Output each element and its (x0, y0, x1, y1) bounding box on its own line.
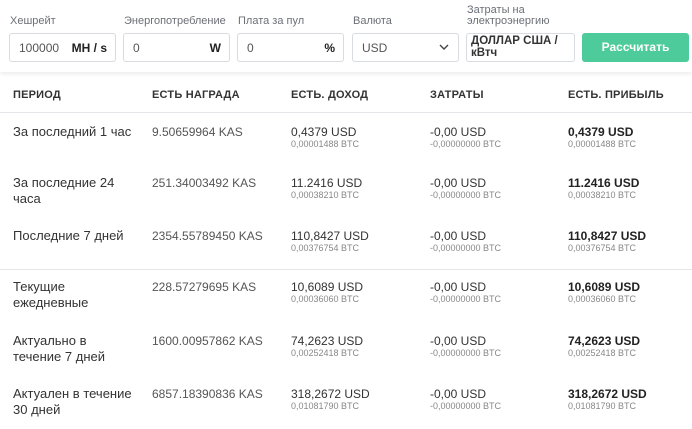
header-period: ПЕРИОД (13, 89, 61, 101)
row-cost: -0,00 USD -0,00000000 BTC (430, 387, 501, 412)
cost-usd: -0,00 USD (430, 387, 487, 401)
profit-btc: 0,00036060 BTC (568, 294, 637, 304)
row-income: 74,2623 USD 0,00252418 BTC (291, 334, 363, 359)
header-reward: ЕСТЬ НАГРАДА (152, 89, 240, 101)
row-period: Актуален в течение 30 дней (13, 386, 132, 417)
profit-usd: 74,2623 USD (568, 334, 641, 348)
row-profit: 74,2623 USD 0,00252418 BTC (568, 334, 640, 359)
cost-usd: -0,00 USD (430, 176, 487, 190)
cost-btc: -0,00000000 BTC (430, 243, 502, 253)
row-profit: 10,6089 USD 0,00036060 BTC (568, 280, 640, 305)
income-btc: 0,00036060 BTC (291, 294, 360, 304)
row-cost: -0,00 USD -0,00000000 BTC (430, 229, 501, 254)
section-divider (0, 269, 692, 270)
power-input[interactable]: 0 W (123, 33, 230, 62)
row-income: 318,2672 USD 0,01081790 BTC (291, 387, 370, 412)
row-reward: 1600.00957862 KAS (152, 334, 263, 348)
row-profit: 0,4379 USD 0,00001488 BTC (568, 125, 636, 150)
chevron-down-icon (439, 44, 449, 50)
profit-btc: 0,00376754 BTC (568, 243, 637, 253)
row-period: Последние 7 дней (13, 228, 124, 243)
hashrate-label: Хешрейт (10, 15, 56, 27)
row-profit: 11.2416 USD 0,00038210 BTC (568, 176, 639, 201)
header-profit: ЕСТЬ. ПРИБЫЛЬ (568, 89, 664, 101)
row-period: За последние 24 часа (13, 175, 115, 206)
row-period: Текущие ежедневные (13, 279, 89, 310)
income-btc: 0,00001488 BTC (291, 139, 360, 149)
profit-usd: 11.2416 USD (568, 176, 640, 190)
cost-btc: -0,00000000 BTC (430, 139, 502, 149)
pool-fee-unit: % (324, 41, 335, 55)
header-divider (0, 112, 692, 113)
power-value: 0 (133, 41, 140, 55)
currency-select[interactable]: USD (352, 33, 459, 62)
currency-label: Валюта (353, 15, 392, 27)
row-cost: -0,00 USD -0,00000000 BTC (430, 280, 501, 305)
row-reward: 6857.18390836 KAS (152, 387, 263, 401)
profit-btc: 0,01081790 BTC (568, 401, 637, 411)
income-btc: 0,00376754 BTC (291, 243, 360, 253)
row-income: 110,8427 USD 0,00376754 BTC (291, 229, 369, 254)
profit-btc: 0,00252418 BTC (568, 348, 637, 358)
row-reward: 228.57279695 KAS (152, 280, 257, 294)
cost-btc: -0,00000000 BTC (430, 348, 502, 358)
income-btc: 0,00038210 BTC (291, 190, 360, 200)
cost-btc: -0,00000000 BTC (430, 294, 502, 304)
income-usd: 110,8427 USD (291, 229, 369, 243)
cost-btc: -0,00000000 BTC (430, 190, 502, 200)
row-reward: 9.50659964 KAS (152, 125, 243, 139)
income-btc: 0,01081790 BTC (291, 401, 360, 411)
calculator-toolbar: Хешрейт 100000 MH / s Энергопотребление … (0, 0, 692, 72)
hashrate-unit: MH / s (71, 41, 107, 55)
row-income: 10,6089 USD 0,00036060 BTC (291, 280, 363, 305)
calculate-button[interactable]: Рассчитать (582, 33, 689, 62)
row-cost: -0,00 USD -0,00000000 BTC (430, 125, 501, 150)
cost-usd: -0,00 USD (430, 280, 487, 294)
row-profit: 318,2672 USD 0,01081790 BTC (568, 387, 647, 412)
row-period: За последний 1 час (13, 124, 132, 139)
profit-usd: 0,4379 USD (568, 125, 634, 139)
cost-btc: -0,00000000 BTC (430, 401, 502, 411)
row-period: Актуально в течение 7 дней (13, 333, 105, 364)
currency-value: USD (362, 41, 388, 55)
row-income: 0,4379 USD 0,00001488 BTC (291, 125, 359, 150)
power-unit: W (209, 41, 221, 55)
income-usd: 10,6089 USD (291, 280, 364, 294)
row-cost: -0,00 USD -0,00000000 BTC (430, 334, 501, 359)
profit-btc: 0,00001488 BTC (568, 139, 637, 149)
hashrate-input[interactable]: 100000 MH / s (9, 33, 116, 62)
row-income: 11.2416 USD 0,00038210 BTC (291, 176, 362, 201)
pool-fee-label: Плата за пул (238, 15, 305, 27)
pool-fee-input[interactable]: 0 % (237, 33, 344, 62)
cost-usd: -0,00 USD (430, 229, 487, 243)
header-income: ЕСТЬ. ДОХОД (291, 89, 369, 101)
profit-btc: 0,00038210 BTC (568, 190, 637, 200)
power-label: Энергопотребление (124, 15, 226, 27)
income-btc: 0,00252418 BTC (291, 348, 360, 358)
profit-usd: 10,6089 USD (568, 280, 641, 294)
pool-fee-value: 0 (247, 41, 254, 55)
income-usd: 0,4379 USD (291, 125, 357, 139)
income-usd: 318,2672 USD (291, 387, 370, 401)
row-reward: 251.34003492 KAS (152, 176, 257, 190)
profit-usd: 110,8427 USD (568, 229, 647, 243)
row-profit: 110,8427 USD 0,00376754 BTC (568, 229, 646, 254)
electricity-value: ДОЛЛАР США / кВтч (471, 35, 558, 59)
profit-usd: 318,2672 USD (568, 387, 647, 401)
electricity-input[interactable]: ДОЛЛАР США / кВтч (466, 33, 575, 62)
cost-usd: -0,00 USD (430, 334, 487, 348)
hashrate-value: 100000 (19, 41, 60, 55)
income-usd: 74,2623 USD (291, 334, 364, 348)
electricity-label: Затраты на электроэнергию (467, 4, 550, 27)
row-reward: 2354.55789450 KAS (152, 229, 263, 243)
table-header: ПЕРИОД ЕСТЬ НАГРАДА ЕСТЬ. ДОХОД ЗАТРАТЫ … (0, 85, 692, 111)
income-usd: 11.2416 USD (291, 176, 363, 190)
cost-usd: -0,00 USD (430, 125, 487, 139)
header-cost: ЗАТРАТЫ (430, 89, 484, 101)
row-cost: -0,00 USD -0,00000000 BTC (430, 176, 501, 201)
